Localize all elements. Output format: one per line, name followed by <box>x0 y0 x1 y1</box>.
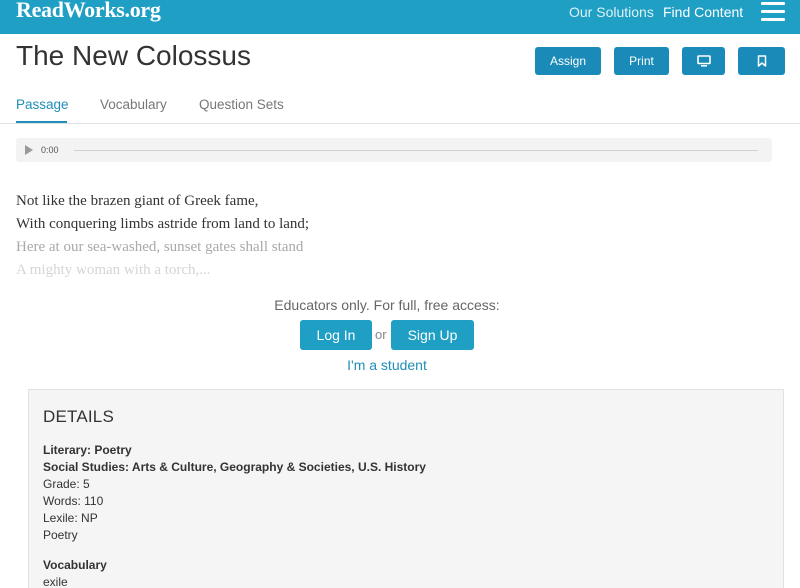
audio-progress-track[interactable] <box>74 150 758 151</box>
passage-line: Here at our sea-washed, sunset gates sha… <box>16 239 304 255</box>
educators-message: Educators only. For full, free access: <box>274 297 500 313</box>
bookmark-button[interactable] <box>738 47 785 75</box>
top-bar: ReadWorks.org Our Solutions Find Content <box>0 0 800 34</box>
tab-bar: Passage Vocabulary Question Sets <box>0 92 800 124</box>
audio-player: 0:00 <box>16 138 772 162</box>
nav-our-solutions[interactable]: Our Solutions <box>569 4 654 20</box>
student-link-text[interactable]: I'm a student <box>347 357 427 373</box>
passage-text: Not like the brazen giant of Greek fame,… <box>16 190 309 282</box>
nav-find-content[interactable]: Find Content <box>663 4 743 20</box>
lexile-level: Lexile: NP <box>43 511 98 525</box>
print-button[interactable]: Print <box>614 47 669 75</box>
menu-icon[interactable] <box>761 2 785 22</box>
log-in-button[interactable]: Log In <box>300 320 372 350</box>
audio-time: 0:00 <box>41 145 59 155</box>
play-icon[interactable] <box>25 145 33 155</box>
assign-button[interactable]: Assign <box>535 47 601 75</box>
tab-vocabulary[interactable]: Vocabulary <box>100 97 167 112</box>
grade-level: Grade: 5 <box>43 477 90 491</box>
tab-question-sets[interactable]: Question Sets <box>199 97 284 112</box>
tab-passage[interactable]: Passage <box>16 97 69 112</box>
passage-line: With conquering limbs astride from land … <box>16 216 310 232</box>
vocabulary-heading: Vocabulary <box>43 558 107 572</box>
or-separator: or <box>375 327 387 342</box>
page-title: The New Colossus <box>16 40 251 71</box>
text-type: Poetry <box>43 528 78 542</box>
passage-line: Not like the brazen giant of Greek fame, <box>16 193 259 209</box>
active-tab-indicator <box>16 121 67 123</box>
details-title: DETAILS <box>43 407 114 426</box>
details-panel: DETAILS Literary: Poetry Social Studies:… <box>28 389 784 588</box>
literary-genre: Literary: Poetry <box>43 443 132 457</box>
vocabulary-word: exile <box>43 575 68 588</box>
bookmark-icon <box>757 55 766 67</box>
projector-button[interactable] <box>682 47 725 75</box>
word-count: Words: 110 <box>43 494 104 508</box>
social-studies-topics: Social Studies: Arts & Culture, Geograph… <box>43 460 426 474</box>
student-link: I'm a student <box>0 357 774 373</box>
sign-up-button[interactable]: Sign Up <box>391 320 474 350</box>
passage-line: A mighty woman with a torch,... <box>16 262 211 278</box>
monitor-icon <box>696 55 711 67</box>
readworks-logo[interactable]: ReadWorks.org <box>16 0 161 23</box>
